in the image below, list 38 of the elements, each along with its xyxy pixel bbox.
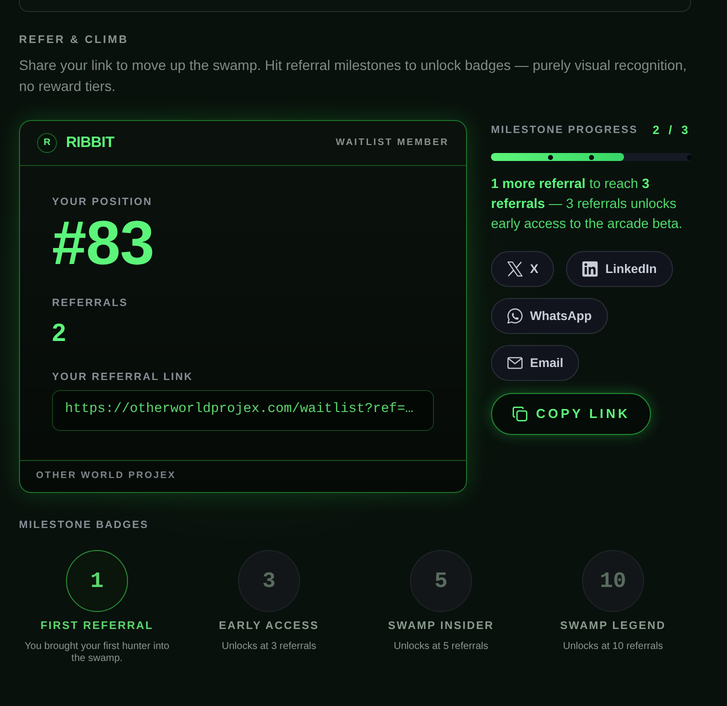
badge-title: SWAMP INSIDER (388, 619, 494, 633)
card-footer-text: OTHER WORLD PROJEX (36, 469, 176, 484)
whatsapp-share-button[interactable]: WhatsApp (491, 298, 608, 334)
referral-link-field[interactable]: https://otherworldprojex.com/waitlist?ref=… (52, 390, 434, 431)
badge-circle: 10 (582, 550, 644, 612)
linkedin-logo-icon (582, 261, 598, 277)
x-share-button[interactable]: X (491, 251, 554, 287)
envelope-icon (507, 355, 523, 371)
member-tag: WAITLIST MEMBER (336, 136, 449, 150)
position-number: #83 (52, 213, 155, 275)
section-heading: REFER & CLIMB (19, 33, 130, 47)
badge-title: FIRST REFERRAL (40, 619, 154, 633)
badge-circle: 1 (66, 550, 128, 612)
section-description: Share your link to move up the swamp. Hit referral milestones to unlock badges — purely visual recognition, no reward tiers. (19, 56, 688, 96)
position-label: YOUR POSITION (52, 196, 154, 208)
badge-description: Unlocks at 10 referrals (562, 641, 664, 652)
badge-title: SWAMP LEGEND (560, 619, 666, 633)
referrals-label: REFERRALS (52, 297, 129, 309)
progress-count: 2 / 3 (652, 122, 692, 139)
referrals-count: 2 (52, 318, 67, 348)
progress-label: MILESTONE PROGRESS (491, 124, 638, 136)
avatar: R (37, 133, 57, 153)
copy-icon (512, 406, 528, 422)
badge-description: Unlocks at 5 referrals (394, 641, 488, 652)
badge-circle: 3 (238, 550, 300, 612)
copy-link-button[interactable]: COPY LINK (491, 393, 651, 435)
link-label: YOUR REFERRAL LINK (52, 371, 194, 383)
badges-heading: MILESTONE BADGES (19, 519, 150, 531)
badge-title: EARLY ACCESS (218, 619, 320, 633)
progress-message: 1 more referral to reach 3 referrals — 3 referrals unlocks early access to the arcade beta. (491, 175, 684, 233)
badge-description: Unlocks at 3 referrals (222, 641, 316, 652)
badge-circle: 5 (410, 550, 472, 612)
linkedin-share-button[interactable]: LinkedIn (566, 251, 673, 287)
email-share-button[interactable]: Email (491, 345, 580, 381)
badge-description: You brought your first hunter into the swamp. (24, 641, 170, 664)
brand-name: RIBBIT (66, 132, 114, 153)
whatsapp-logo-icon (507, 308, 523, 324)
x-logo-icon (507, 261, 523, 277)
